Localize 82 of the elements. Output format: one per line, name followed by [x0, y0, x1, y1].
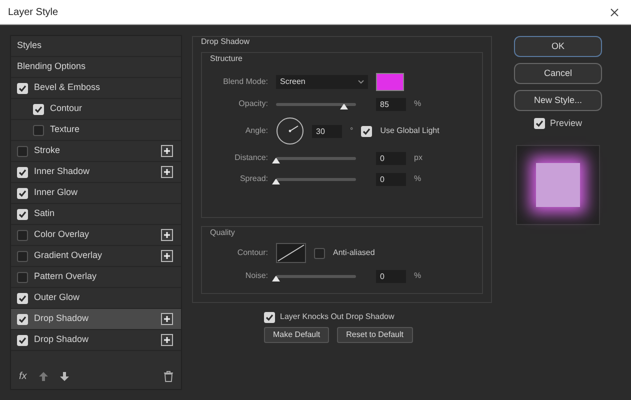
field-label: Noise: — [244, 270, 268, 282]
slider-thumb[interactable] — [340, 104, 348, 110]
plus-icon[interactable] — [161, 166, 173, 178]
plus-icon[interactable] — [161, 334, 173, 346]
checkbox[interactable] — [17, 334, 28, 346]
default-button[interactable]: Reset to Default — [337, 327, 413, 343]
style-list-item[interactable]: Drop Shadow — [11, 330, 181, 351]
style-list-item[interactable]: Texture — [11, 120, 181, 141]
checkbox[interactable] — [17, 230, 28, 240]
value-field[interactable]: 30 — [312, 124, 342, 138]
checkbox[interactable] — [264, 312, 275, 322]
dialog-button[interactable]: OK — [514, 36, 602, 57]
chevron-down-icon — [358, 80, 364, 84]
value-field[interactable]: 0 — [376, 270, 406, 282]
value-field[interactable]: 85 — [376, 98, 406, 110]
style-list-item[interactable]: Styles — [11, 36, 181, 57]
checkbox[interactable] — [361, 126, 372, 136]
unit-label: ° — [350, 125, 354, 137]
field-label: Spread: — [238, 173, 268, 185]
value-field[interactable]: 0 — [376, 152, 406, 164]
checkbox[interactable] — [33, 104, 44, 114]
group-title: Drop Shadow — [201, 36, 250, 48]
checkbox[interactable] — [314, 248, 325, 258]
checkbox[interactable] — [17, 188, 28, 198]
trash-icon[interactable] — [164, 370, 173, 382]
checkbox[interactable] — [17, 272, 28, 282]
checkbox[interactable] — [17, 292, 28, 304]
checkbox[interactable] — [17, 146, 28, 156]
color-swatch[interactable] — [376, 73, 404, 91]
group-title: Structure — [210, 53, 244, 65]
checkbox[interactable] — [17, 208, 28, 220]
checkbox[interactable] — [17, 82, 28, 94]
checkbox-label: Layer Knocks Out Drop Shadow — [280, 311, 394, 323]
default-button[interactable]: Make Default — [264, 327, 330, 343]
close-icon[interactable] — [610, 8, 619, 16]
field-label: Contour: — [236, 247, 268, 259]
style-list-item[interactable]: Bevel & Emboss — [11, 78, 181, 99]
value-field[interactable]: 0 — [376, 172, 406, 186]
checkbox-label: Use Global Light — [380, 125, 440, 137]
checkbox-label: Anti-aliased — [333, 247, 375, 259]
plus-icon[interactable] — [161, 229, 173, 241]
checkbox[interactable] — [33, 124, 44, 136]
field-label: Blend Mode: — [222, 76, 268, 88]
style-list-item[interactable]: Color Overlay — [11, 225, 181, 246]
style-list-item[interactable]: Stroke — [11, 141, 181, 162]
arrow-up-icon[interactable] — [38, 372, 48, 380]
window-title: Layer Style — [8, 6, 60, 20]
slider-thumb[interactable] — [272, 276, 280, 282]
checkbox[interactable] — [17, 314, 28, 324]
plus-icon[interactable] — [161, 250, 173, 262]
plus-icon[interactable] — [161, 313, 173, 325]
checkbox[interactable] — [17, 166, 28, 178]
unit-label: px — [414, 152, 422, 164]
slider-thumb[interactable] — [272, 178, 280, 184]
style-list-item[interactable]: Pattern Overlay — [11, 267, 181, 288]
field-label: Distance: — [234, 152, 268, 164]
blend-mode-dropdown[interactable]: Screen — [276, 75, 368, 89]
style-list-item[interactable]: Inner Shadow — [11, 162, 181, 183]
style-list-item[interactable]: Satin — [11, 204, 181, 225]
checkbox[interactable] — [534, 118, 545, 130]
style-list-item[interactable]: Inner Glow — [11, 183, 181, 204]
slider-thumb[interactable] — [272, 158, 280, 164]
arrow-down-icon[interactable] — [60, 372, 69, 380]
contour-preview-icon[interactable] — [276, 243, 306, 263]
unit-label: % — [414, 98, 422, 110]
style-list-item[interactable]: Drop Shadow — [11, 309, 181, 330]
field-label: Angle: — [244, 125, 268, 137]
angle-dial-icon[interactable] — [276, 117, 304, 145]
style-list-item[interactable]: Gradient Overlay — [11, 246, 181, 267]
dialog-button[interactable]: Cancel — [514, 63, 602, 84]
checkbox[interactable] — [17, 250, 28, 262]
style-list-item[interactable]: Contour — [11, 99, 181, 120]
unit-label: % — [414, 270, 422, 282]
checkbox-label: Preview — [550, 117, 582, 130]
group-title: Quality — [210, 227, 236, 239]
style-list-item[interactable]: Blending Options — [11, 57, 181, 78]
field-label: Opacity: — [238, 98, 268, 110]
dialog-button[interactable]: New Style... — [514, 90, 602, 111]
glowing-square — [536, 162, 580, 206]
plus-icon[interactable] — [161, 145, 173, 157]
unit-label: % — [414, 173, 422, 185]
fx-button[interactable]: fx — [19, 368, 27, 384]
